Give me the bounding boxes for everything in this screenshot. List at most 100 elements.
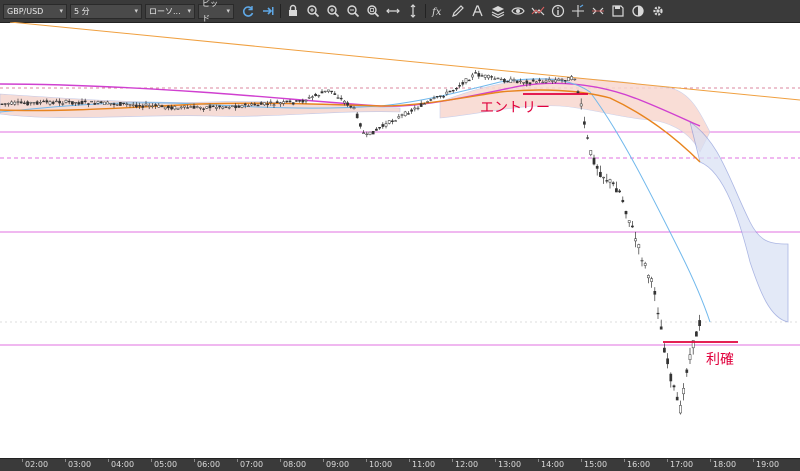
zoom-fit-icon[interactable] [366, 4, 380, 18]
candle-body [682, 388, 685, 395]
refresh-icon[interactable] [241, 4, 255, 18]
candle-body [237, 105, 241, 108]
layers-icon[interactable] [491, 4, 505, 18]
time-label: 15:00 [584, 460, 608, 469]
candle-body [138, 105, 141, 107]
time-tick [753, 459, 754, 462]
candle-body [493, 78, 497, 80]
candle-body [611, 182, 615, 185]
info-icon[interactable] [551, 4, 565, 18]
candle-body [96, 101, 100, 104]
horizontal-fit-icon[interactable] [386, 4, 400, 18]
lock-icon[interactable] [286, 4, 300, 18]
candle-body [384, 123, 388, 127]
candle-body [320, 91, 324, 94]
candle-body [672, 385, 676, 388]
take-profit-label: 利確 [706, 352, 734, 368]
candle-body [231, 105, 234, 107]
candle-body [93, 103, 97, 105]
candle-body [311, 96, 314, 98]
candle-body [125, 103, 129, 106]
candle-body [186, 107, 189, 109]
candle-body [403, 111, 407, 116]
price-chart[interactable]: エントリー 利確 [0, 22, 800, 458]
save-icon[interactable] [611, 4, 625, 18]
candle-body [461, 82, 465, 85]
fx-indicator-icon[interactable]: fx [431, 4, 445, 18]
candle-body [243, 103, 247, 106]
candle-body [519, 80, 522, 83]
text-icon[interactable] [471, 4, 485, 18]
candle-body [144, 103, 148, 106]
candle-body [295, 100, 298, 102]
candle-body [301, 99, 305, 103]
candle-body [199, 107, 202, 109]
candle-body [247, 105, 250, 107]
time-label: 06:00 [197, 460, 221, 469]
candle-body [339, 97, 343, 100]
candle-body [499, 78, 503, 81]
compare-icon[interactable] [531, 4, 545, 18]
candle-body [509, 78, 513, 83]
candle-body [541, 81, 545, 84]
time-axis[interactable]: 02:00 03:00 04:00 05:00 06:00 07:00 08:00 09:00… [0, 458, 800, 471]
chevron-down-icon: ▾ [226, 6, 230, 15]
timeframe-select[interactable]: 5 分 ▾ [70, 3, 142, 19]
price-side-select[interactable]: ビッド ▾ [198, 0, 234, 23]
settings-icon[interactable] [651, 4, 665, 18]
candle-body [112, 103, 116, 106]
candle-body [218, 105, 221, 108]
timeframe-label: 5 分 [74, 6, 90, 16]
zoom-in-icon[interactable] [306, 4, 320, 18]
candle-body [291, 102, 295, 105]
candle-body [387, 120, 391, 124]
scroll-icon[interactable] [261, 4, 275, 18]
chart-type-select[interactable]: ローソ... ▾ [145, 3, 195, 19]
candle-body [423, 103, 426, 105]
candle-body [375, 128, 378, 131]
candle-body [525, 80, 529, 84]
candle-body [371, 131, 375, 135]
time-tick [194, 459, 195, 462]
candle-body [189, 106, 193, 108]
candle-body [586, 137, 589, 139]
candle-body [234, 105, 237, 109]
eye-icon[interactable] [511, 4, 525, 18]
candle-body [579, 103, 583, 107]
candle-body [455, 87, 458, 90]
time-label: 08:00 [283, 460, 307, 469]
candle-body [215, 107, 218, 109]
zoom-in-alt-icon[interactable] [326, 4, 340, 18]
vertical-fit-icon[interactable] [406, 4, 420, 18]
candle-body [29, 102, 33, 104]
candle-body [103, 101, 106, 105]
candle-body [544, 80, 548, 83]
time-tick [495, 459, 496, 462]
candle-body [407, 113, 410, 115]
candle-body [0, 103, 4, 105]
toolbar-icon-group: fx [238, 4, 668, 18]
pen-icon[interactable] [451, 4, 465, 18]
time-tick [22, 459, 23, 462]
candle-body [554, 79, 557, 83]
candle-body [666, 358, 669, 365]
crosshair-icon[interactable] [571, 4, 585, 18]
candle-body [618, 190, 621, 193]
candle-body [173, 106, 177, 110]
candle-body [282, 101, 285, 104]
candle-body [48, 101, 52, 105]
candle-body [624, 211, 628, 215]
trade-icon[interactable] [591, 4, 605, 18]
time-tick [280, 459, 281, 462]
candle-body [378, 127, 381, 129]
candle-body [631, 225, 634, 228]
candle-body [167, 105, 170, 109]
candle-body [314, 93, 317, 96]
candle-body [467, 79, 471, 82]
zoom-out-icon[interactable] [346, 4, 360, 18]
candle-body [659, 326, 663, 330]
time-tick [624, 459, 625, 462]
theme-icon[interactable] [631, 4, 645, 18]
candle-body [99, 101, 103, 104]
symbol-select[interactable]: GBP/USD ▾ [3, 3, 67, 19]
